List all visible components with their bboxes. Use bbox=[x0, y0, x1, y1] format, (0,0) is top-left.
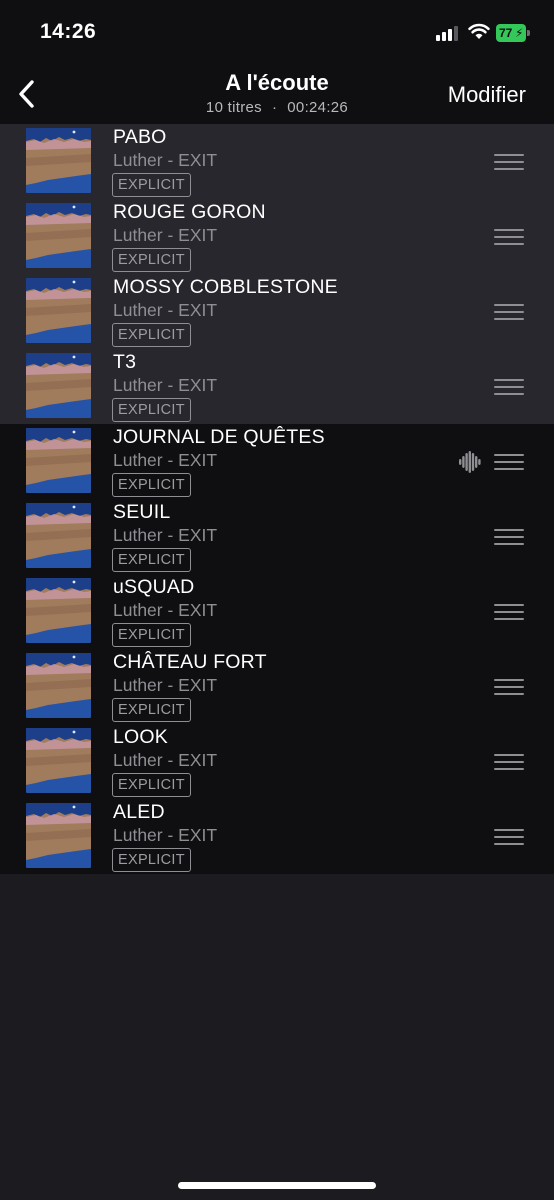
drag-handle-icon[interactable] bbox=[494, 304, 524, 320]
explicit-badge: EXPLICIT bbox=[112, 848, 191, 872]
album-cover bbox=[26, 503, 91, 568]
edit-button[interactable]: Modifier bbox=[448, 82, 526, 108]
queue-screen: 14:26 77 ⚡ A l'écoute 10 titres · 00:24:26 bbox=[0, 0, 554, 1200]
track-row-5[interactable]: JOURNAL DE QUÊTES Luther - EXIT EXPLICIT bbox=[0, 424, 554, 499]
cellular-signal-icon bbox=[436, 25, 462, 41]
drag-handle-icon[interactable] bbox=[494, 604, 524, 620]
track-count: 10 titres bbox=[205, 99, 262, 116]
album-cover bbox=[26, 578, 91, 643]
drag-handle-icon[interactable] bbox=[494, 679, 524, 695]
track-title: CHÂTEAU FORT bbox=[113, 651, 267, 673]
track-artist: Luther - EXIT bbox=[113, 600, 218, 620]
track-row-3[interactable]: MOSSY COBBLESTONE Luther - EXIT EXPLICIT bbox=[0, 274, 554, 349]
track-title: PABO bbox=[113, 126, 167, 148]
drag-handle-icon[interactable] bbox=[494, 454, 524, 470]
explicit-badge: EXPLICIT bbox=[112, 323, 191, 347]
home-indicator[interactable] bbox=[178, 1182, 376, 1189]
album-cover bbox=[26, 203, 91, 268]
drag-handle-icon[interactable] bbox=[494, 229, 524, 245]
album-cover bbox=[26, 803, 91, 868]
album-cover bbox=[26, 128, 91, 193]
explicit-badge: EXPLICIT bbox=[112, 173, 191, 197]
now-playing-waveform-icon bbox=[459, 451, 481, 473]
track-row-6[interactable]: SEUIL Luther - EXIT EXPLICIT bbox=[0, 499, 554, 574]
track-row-7[interactable]: uSQUAD Luther - EXIT EXPLICIT bbox=[0, 574, 554, 649]
track-title: LOOK bbox=[113, 726, 168, 748]
track-artist: Luther - EXIT bbox=[113, 300, 218, 320]
battery-icon: 77 ⚡ bbox=[496, 24, 530, 42]
drag-handle-icon[interactable] bbox=[494, 529, 524, 545]
explicit-badge: EXPLICIT bbox=[112, 473, 191, 497]
track-title: ROUGE GORON bbox=[113, 201, 266, 223]
track-title: MOSSY COBBLESTONE bbox=[113, 276, 338, 298]
album-cover bbox=[26, 428, 91, 493]
status-bar: 14:26 77 ⚡ bbox=[0, 0, 554, 64]
status-time: 14:26 bbox=[40, 20, 97, 43]
explicit-badge: EXPLICIT bbox=[112, 773, 191, 797]
track-row-9[interactable]: LOOK Luther - EXIT EXPLICIT bbox=[0, 724, 554, 799]
track-artist: Luther - EXIT bbox=[113, 150, 218, 170]
track-artist: Luther - EXIT bbox=[113, 675, 218, 695]
track-title: SEUIL bbox=[113, 501, 171, 523]
battery-percent: 77 bbox=[499, 26, 513, 40]
drag-handle-icon[interactable] bbox=[494, 154, 524, 170]
nav-bar: A l'écoute 10 titres · 00:24:26 Modifier bbox=[0, 64, 554, 124]
explicit-badge: EXPLICIT bbox=[112, 548, 191, 572]
track-row-8[interactable]: CHÂTEAU FORT Luther - EXIT EXPLICIT bbox=[0, 649, 554, 724]
album-cover bbox=[26, 728, 91, 793]
album-cover bbox=[26, 653, 91, 718]
total-duration: 00:24:26 bbox=[287, 99, 349, 116]
drag-handle-icon[interactable] bbox=[494, 829, 524, 845]
track-artist: Luther - EXIT bbox=[113, 750, 218, 770]
track-row-1[interactable]: PABO Luther - EXIT EXPLICIT bbox=[0, 124, 554, 199]
track-artist: Luther - EXIT bbox=[113, 525, 218, 545]
charging-bolt-icon: ⚡ bbox=[515, 26, 524, 40]
wifi-icon bbox=[468, 23, 490, 39]
drag-handle-icon[interactable] bbox=[494, 379, 524, 395]
queue-list: PABO Luther - EXIT EXPLICIT ROUGE GORON … bbox=[0, 124, 554, 874]
track-row-4[interactable]: T3 Luther - EXIT EXPLICIT bbox=[0, 349, 554, 424]
track-title: uSQUAD bbox=[113, 576, 195, 598]
album-cover bbox=[26, 353, 91, 418]
explicit-badge: EXPLICIT bbox=[112, 248, 191, 272]
track-row-10[interactable]: ALED Luther - EXIT EXPLICIT bbox=[0, 799, 554, 874]
track-artist: Luther - EXIT bbox=[113, 375, 218, 395]
explicit-badge: EXPLICIT bbox=[112, 398, 191, 422]
track-title: T3 bbox=[113, 351, 137, 373]
track-artist: Luther - EXIT bbox=[113, 825, 218, 845]
track-artist: Luther - EXIT bbox=[113, 225, 218, 245]
track-row-2[interactable]: ROUGE GORON Luther - EXIT EXPLICIT bbox=[0, 199, 554, 274]
track-artist: Luther - EXIT bbox=[113, 450, 218, 470]
explicit-badge: EXPLICIT bbox=[112, 698, 191, 722]
drag-handle-icon[interactable] bbox=[494, 754, 524, 770]
track-title: JOURNAL DE QUÊTES bbox=[113, 426, 325, 448]
separator: · bbox=[271, 99, 278, 116]
album-cover bbox=[26, 278, 91, 343]
track-title: ALED bbox=[113, 801, 165, 823]
explicit-badge: EXPLICIT bbox=[112, 623, 191, 647]
